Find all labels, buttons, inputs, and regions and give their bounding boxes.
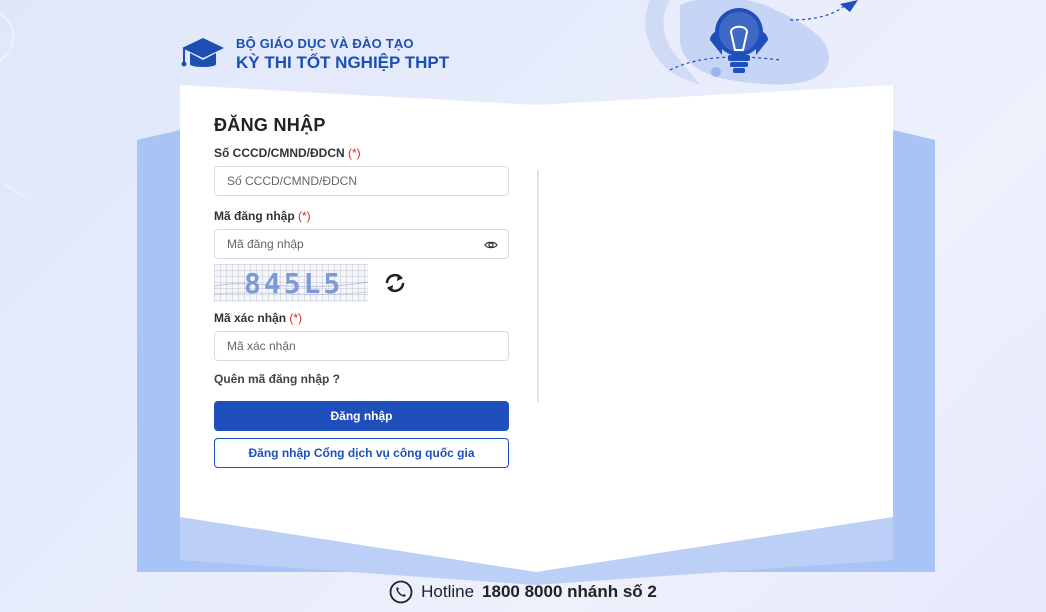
ministry-name: BỘ GIÁO DỤC VÀ ĐÀO TẠO [236,35,414,51]
required-mark: (*) [348,146,361,160]
decorative-line [1,182,29,199]
login-code-field-wrapper [214,229,509,259]
login-code-label: Mã đăng nhập (*) [214,209,311,223]
lightbulb-illustration [640,0,870,90]
decorative-ring [0,10,14,64]
captcha-row: 845L5 [214,264,509,302]
graduation-cap-icon [181,38,224,67]
captcha-image: 845L5 [214,264,368,302]
id-label: Số CCCD/CMND/ĐDCN (*) [214,146,361,160]
verify-field-wrapper [214,331,509,361]
hotline-footer: Hotline 1800 8000 nhánh số 2 [0,580,1046,604]
captcha-text: 845L5 [244,267,344,300]
eye-icon[interactable] [484,238,498,252]
page-divider [537,170,539,402]
site-header: BỘ GIÁO DỤC VÀ ĐÀO TẠO KỲ THI TỐT NGHIỆP… [180,34,449,74]
hotline-label: Hotline [421,582,475,601]
login-code-input[interactable] [225,236,498,252]
national-portal-login-button[interactable]: Đăng nhập Cổng dịch vụ công quốc gia [214,438,509,468]
login-button[interactable]: Đăng nhập [214,401,509,431]
verify-code-label: Mã xác nhận (*) [214,311,303,325]
hotline-number: 1800 8000 nhánh số 2 [482,582,657,601]
login-form: ĐĂNG NHẬP Số CCCD/CMND/ĐDCN (*) Mã đăng … [214,115,509,468]
refresh-captcha-icon[interactable] [382,270,408,296]
id-number-input[interactable] [225,173,498,189]
id-field-wrapper [214,166,509,196]
exam-name: KỲ THI TỐT NGHIỆP THPT [236,52,450,72]
required-mark: (*) [289,311,303,325]
phone-icon [389,580,413,604]
open-book-illustration [137,85,935,585]
verify-code-input[interactable] [225,338,498,354]
form-title: ĐĂNG NHẬP [214,115,326,135]
required-mark: (*) [298,209,311,223]
forgot-login-code-link[interactable]: Quên mã đăng nhập ? [214,372,509,386]
